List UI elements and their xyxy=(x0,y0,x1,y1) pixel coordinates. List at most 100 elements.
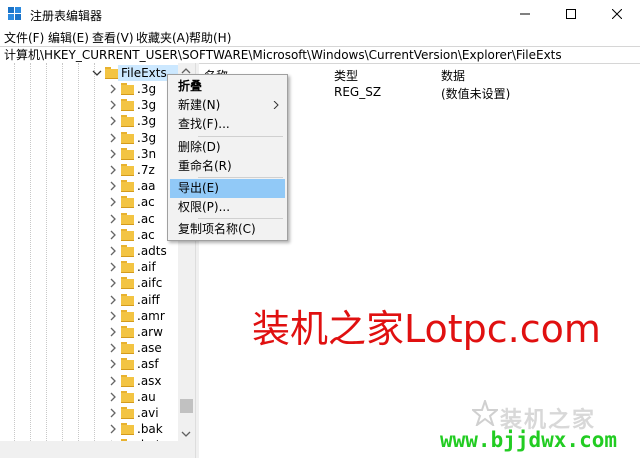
chevron-right-icon[interactable] xyxy=(108,376,118,386)
chevron-right-icon[interactable] xyxy=(108,359,118,369)
menu-item-copy-key-name[interactable]: 复制项名称(C) xyxy=(170,220,285,239)
tree-node[interactable]: .3g xyxy=(0,97,178,113)
folder-icon xyxy=(121,115,134,128)
tree-node[interactable]: .3g xyxy=(0,130,178,146)
tree-node[interactable]: .aif xyxy=(0,259,178,275)
folder-icon xyxy=(121,245,134,257)
menu-bar: 文件(F) 编辑(E) 查看(V) 收藏夹(A) 帮助(H) xyxy=(0,28,640,46)
tree-horizontal-scrollbar[interactable] xyxy=(0,441,195,458)
chevron-right-icon[interactable] xyxy=(108,327,118,337)
chevron-right-icon[interactable] xyxy=(108,278,118,288)
menu-item-delete[interactable]: 删除(D) xyxy=(170,138,285,157)
chevron-right-icon[interactable] xyxy=(108,214,118,224)
folder-icon xyxy=(121,212,134,225)
tree-node[interactable]: .amr xyxy=(0,308,178,324)
tree-node[interactable]: .arw xyxy=(0,324,178,340)
chevron-right-icon[interactable] xyxy=(108,84,118,94)
tree-node-fileexts[interactable]: FileExts xyxy=(0,65,178,81)
folder-icon xyxy=(121,164,134,176)
menu-item-new[interactable]: 新建(N) xyxy=(170,96,285,115)
tree-node[interactable]: .ac xyxy=(0,194,178,210)
menu-item-rename[interactable]: 重命名(R) xyxy=(170,157,285,176)
tree-node-label: FileExts xyxy=(121,66,167,80)
menu-item-label: 重命名(R) xyxy=(178,159,232,173)
title-bar: 注册表编辑器 xyxy=(0,0,640,28)
menu-item-collapse[interactable]: 折叠 xyxy=(170,77,285,96)
menu-item-label: 复制项名称(C) xyxy=(178,222,256,236)
menu-item-label: 权限(P)... xyxy=(178,200,231,214)
tree-node-label: .adts xyxy=(137,244,167,258)
chevron-right-icon[interactable] xyxy=(108,246,118,256)
chevron-right-icon[interactable] xyxy=(108,149,118,159)
tree-node[interactable]: .3g xyxy=(0,113,178,129)
menu-item-find[interactable]: 查找(F)... xyxy=(170,115,285,134)
column-header-data[interactable]: 数据 xyxy=(441,67,465,84)
menu-item-label: 导出(E) xyxy=(178,181,219,195)
scrollbar-thumb[interactable] xyxy=(180,399,193,413)
menu-view[interactable]: 查看(V) xyxy=(92,29,134,46)
menu-edit[interactable]: 编辑(E) xyxy=(48,29,89,46)
chevron-right-icon[interactable] xyxy=(108,100,118,110)
chevron-right-icon[interactable] xyxy=(108,311,118,321)
tree-node-label: .ase xyxy=(137,341,162,356)
tree-node[interactable]: .ase xyxy=(0,340,178,356)
tree-node[interactable]: .7z xyxy=(0,162,178,178)
menu-file[interactable]: 文件(F) xyxy=(4,29,44,46)
chevron-right-icon[interactable] xyxy=(108,230,118,240)
maximize-button[interactable] xyxy=(548,0,594,28)
folder-icon xyxy=(121,342,134,355)
minimize-button[interactable] xyxy=(502,0,548,28)
chevron-right-icon[interactable] xyxy=(108,392,118,402)
tree-node-label: .3n xyxy=(137,146,157,161)
folder-icon xyxy=(121,83,134,95)
column-header-type[interactable]: 类型 xyxy=(334,67,358,84)
scroll-down-icon[interactable] xyxy=(181,429,191,439)
chevron-right-icon[interactable] xyxy=(108,262,118,272)
tree-node[interactable]: .ac xyxy=(0,211,178,227)
tree-node[interactable]: .ac xyxy=(0,227,178,243)
tree-node-label: .3g xyxy=(137,114,157,129)
chevron-right-icon[interactable] xyxy=(108,133,118,143)
tree-node-label: .au xyxy=(137,389,156,404)
tree-node[interactable]: .aa xyxy=(0,178,178,194)
tree-node[interactable]: .asx xyxy=(0,373,178,389)
folder-icon xyxy=(121,309,134,322)
tree-node[interactable]: .bak xyxy=(0,421,178,437)
chevron-right-icon[interactable] xyxy=(108,408,118,418)
menu-item-export[interactable]: 导出(E) xyxy=(170,179,285,198)
chevron-right-icon[interactable] xyxy=(108,424,118,434)
chevron-right-icon[interactable] xyxy=(108,295,118,305)
tree-node[interactable]: .avi xyxy=(0,405,178,421)
menu-help[interactable]: 帮助(H) xyxy=(189,29,231,46)
value-data-cell[interactable]: (数值未设置) xyxy=(441,85,510,102)
tree-node[interactable]: .aiff xyxy=(0,292,178,308)
registry-editor-icon xyxy=(8,7,21,20)
tree-node-label: .ac xyxy=(137,211,155,226)
chevron-right-icon[interactable] xyxy=(108,197,118,207)
chevron-right-icon[interactable] xyxy=(108,343,118,353)
folder-icon xyxy=(121,261,134,274)
tree-node[interactable]: .adts xyxy=(0,243,178,259)
value-type-cell[interactable]: REG_SZ xyxy=(334,85,381,99)
menu-item-permissions[interactable]: 权限(P)... xyxy=(170,198,285,217)
tree-node[interactable]: .aifc xyxy=(0,275,178,291)
tree-node-label: .aifc xyxy=(137,276,163,291)
folder-icon xyxy=(121,293,134,306)
chevron-right-icon[interactable] xyxy=(108,181,118,191)
close-button[interactable] xyxy=(594,0,640,28)
folder-icon xyxy=(121,374,134,387)
chevron-right-icon[interactable] xyxy=(108,116,118,126)
chevron-right-icon[interactable] xyxy=(108,165,118,175)
folder-icon xyxy=(121,131,134,144)
tree-node-label: .ac xyxy=(137,227,155,242)
tree-node[interactable]: .asf xyxy=(0,356,178,372)
folder-icon xyxy=(121,147,134,160)
tree-node-label: .7z xyxy=(137,163,155,177)
tree-node[interactable]: .au xyxy=(0,389,178,405)
tree-node[interactable]: .3g xyxy=(0,81,178,97)
tree-node[interactable]: .3n xyxy=(0,146,178,162)
address-bar[interactable]: 计算机\HKEY_CURRENT_USER\SOFTWARE\Microsoft… xyxy=(0,46,640,64)
menu-favorites[interactable]: 收藏夹(A) xyxy=(136,29,190,46)
chevron-down-icon[interactable] xyxy=(92,68,102,78)
star-logo-icon xyxy=(472,400,498,426)
